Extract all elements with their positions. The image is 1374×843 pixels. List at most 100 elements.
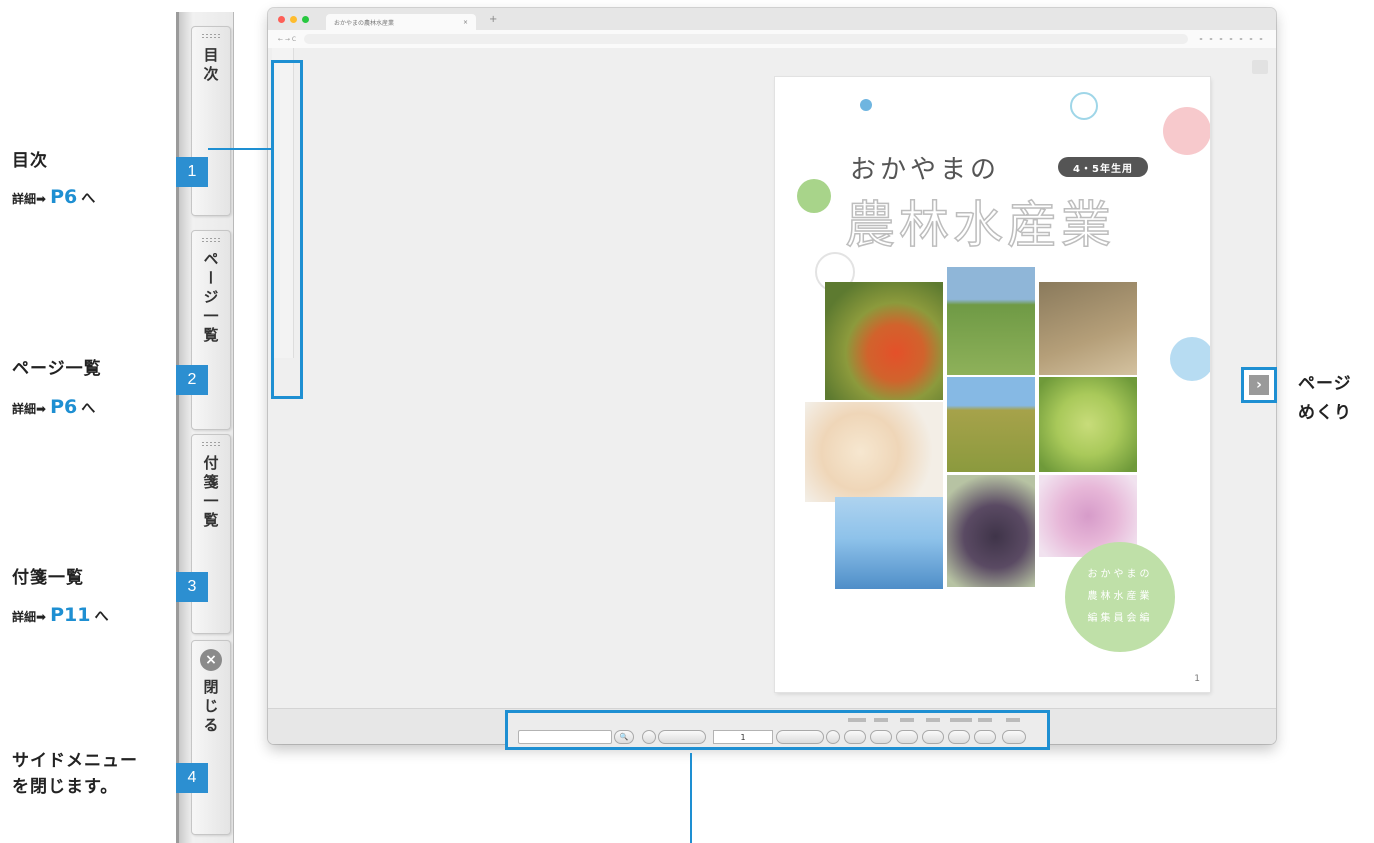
tool-label: [978, 718, 992, 722]
photo-rice: [947, 377, 1035, 472]
side-menu-toc-label: 目次: [201, 47, 220, 85]
text-button[interactable]: [948, 730, 970, 744]
annotation-badge-3: 3: [176, 572, 208, 602]
side-menu-pages-label: ページ一覧: [201, 251, 220, 346]
editorial-line3: 編集員会編: [1087, 613, 1153, 624]
detail-page: P6: [50, 186, 78, 208]
photo-grapes-green: [1039, 377, 1137, 472]
side-menu-toc-button[interactable]: 目次: [191, 26, 231, 216]
page-number: 1: [1194, 674, 1200, 684]
annotation-badge-4: 4: [176, 763, 208, 793]
detail-page: P11: [50, 604, 91, 626]
deco-circle: [860, 99, 872, 111]
pdf-button[interactable]: [922, 730, 944, 744]
photo-peach: [805, 402, 943, 502]
tab-title: おかやまの農林水産業: [334, 19, 395, 27]
maximize-window-dot[interactable]: [302, 15, 309, 23]
detail-prefix: 詳細➡: [12, 610, 47, 624]
side-menu-close-label: 閉じる: [201, 679, 220, 736]
grade-badge: 4・5年生用: [1058, 157, 1148, 177]
prev-page-button[interactable]: [658, 730, 706, 744]
detail-suffix: へ: [81, 191, 96, 207]
close-icon: ×: [200, 649, 222, 671]
editorial-circle: おかやまの 農林水産業 編集員会編: [1065, 542, 1175, 652]
first-page-button[interactable]: [642, 730, 656, 744]
deco-circle: [1070, 92, 1098, 120]
editorial-line1: おかやまの: [1087, 569, 1153, 580]
detail-prefix: 詳細➡: [12, 192, 47, 206]
tool-label: [848, 718, 866, 722]
page-turn-label: ページ めくり: [1298, 370, 1352, 428]
grip-icon: [201, 441, 221, 447]
grip-icon: [201, 237, 221, 243]
annotation-title-pages: ページ一覧: [12, 359, 102, 379]
side-menu-strip: 目次 ページ一覧 付箋一覧 × 閉じる: [176, 12, 234, 843]
cover-subtitle: おかやまの: [850, 155, 1001, 185]
browser-titlebar: おかやまの農林水産業 × +: [268, 8, 1276, 30]
tool-label: [900, 718, 914, 722]
editorial-line2: 農林水産業: [1087, 591, 1153, 602]
detail-prefix: 詳細➡: [12, 402, 47, 416]
connector-line-side-menu: [208, 148, 271, 150]
url-field[interactable]: [304, 34, 1188, 44]
annotation-detail-toc: 詳細➡ P6 へ: [12, 186, 95, 208]
zoom-out-button[interactable]: [870, 730, 892, 744]
annotation-badge-1: 1: [176, 157, 208, 187]
side-menu-highlight: [271, 60, 303, 399]
tab-close-icon[interactable]: ×: [463, 19, 468, 26]
page-number-input[interactable]: 1: [713, 730, 773, 744]
chevron-right-icon: ›: [1249, 375, 1269, 395]
deco-circle: [1170, 337, 1210, 381]
page-turn-label-line1: ページ: [1298, 374, 1352, 394]
photo-grapes-purple: [947, 475, 1035, 587]
tool-label: [926, 718, 940, 722]
minimize-window-dot[interactable]: [290, 15, 297, 23]
annotation-detail-pages: 詳細➡ P6 へ: [12, 396, 95, 418]
deco-circle: [1163, 107, 1210, 155]
book-cover-page: おかやまの 4・5年生用 農林水産業 おかやまの 農林水産業 編集員会編 1: [775, 77, 1210, 692]
detail-page: P6: [50, 396, 78, 418]
photo-sea: [835, 497, 943, 589]
detail-suffix: へ: [94, 609, 109, 625]
side-menu-sticky-button[interactable]: 付箋一覧: [191, 434, 231, 634]
annotation-title-close: サイドメニュー を閉じます。: [12, 748, 138, 800]
fullscreen-icon[interactable]: [1252, 60, 1268, 74]
browser-actions-icon[interactable]: [1196, 36, 1266, 42]
zoom-in-button[interactable]: [844, 730, 866, 744]
print-button[interactable]: [896, 730, 918, 744]
close-window-dot[interactable]: [278, 15, 285, 23]
side-menu-pages-button[interactable]: ページ一覧: [191, 230, 231, 430]
search-input[interactable]: [518, 730, 612, 744]
new-tab-icon[interactable]: +: [489, 14, 497, 25]
tool-label: [874, 718, 888, 722]
grip-icon: [201, 33, 221, 39]
side-menu-sticky-label: 付箋一覧: [201, 455, 220, 531]
nav-buttons[interactable]: ← → C: [278, 36, 296, 43]
deco-circle: [797, 179, 831, 213]
cover-title: 農林水産業: [844, 195, 1115, 255]
sticky-note-button[interactable]: [974, 730, 996, 744]
close-text-line1: サイドメニュー: [12, 751, 138, 771]
connector-line-toolbar: [690, 753, 692, 843]
viewer-toolbar: 🔍 1: [505, 710, 1050, 750]
pen-button[interactable]: [1002, 730, 1026, 744]
search-button[interactable]: 🔍: [614, 730, 634, 744]
annotation-title-toc: 目次: [12, 151, 48, 171]
side-menu-close-button[interactable]: × 閉じる: [191, 640, 231, 835]
next-page-button[interactable]: [776, 730, 824, 744]
page-turn-button[interactable]: ›: [1241, 367, 1277, 403]
browser-addressbar: ← → C: [268, 30, 1276, 48]
annotation-badge-2: 2: [176, 365, 208, 395]
last-page-button[interactable]: [826, 730, 840, 744]
page-turn-label-line2: めくり: [1298, 403, 1352, 423]
annotation-title-sticky: 付箋一覧: [12, 568, 84, 588]
photo-timber: [1039, 282, 1137, 375]
tool-label: [950, 718, 972, 722]
photo-pasture: [947, 267, 1035, 375]
browser-tab[interactable]: おかやまの農林水産業 ×: [326, 14, 476, 30]
annotation-detail-sticky: 詳細➡ P11 へ: [12, 604, 108, 626]
detail-suffix: へ: [81, 401, 96, 417]
close-text-line2: を閉じます。: [12, 777, 119, 797]
photo-vegetables: [825, 282, 943, 400]
tool-label: [1006, 718, 1020, 722]
